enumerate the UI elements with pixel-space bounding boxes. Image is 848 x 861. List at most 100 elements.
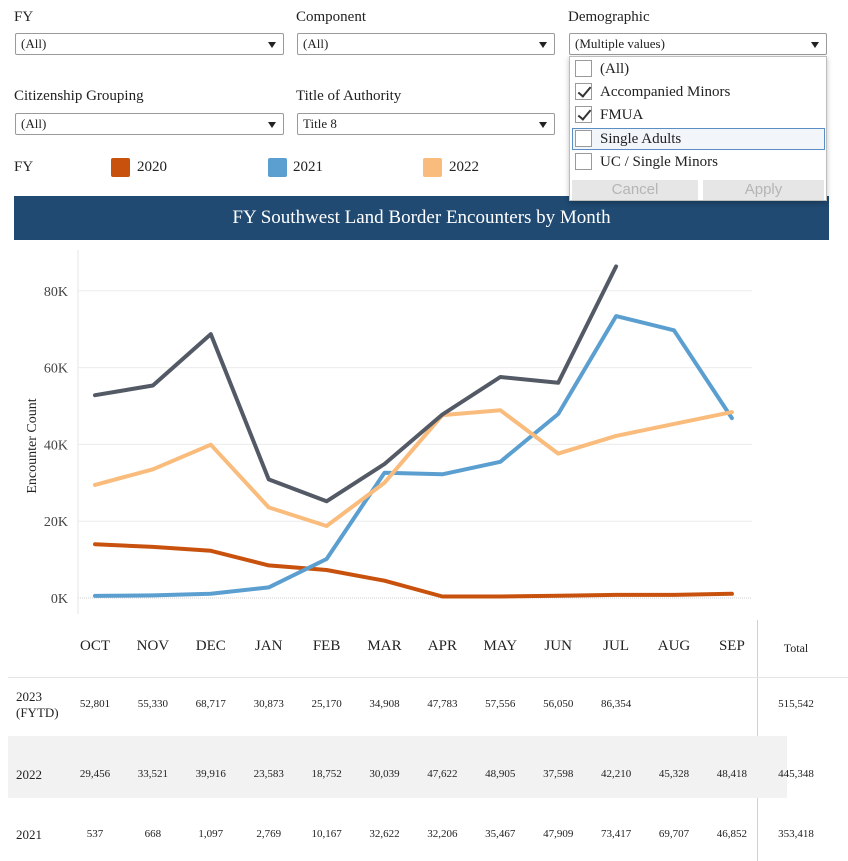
- table-cell: 33,521: [137, 768, 169, 780]
- table-cell: 57,556: [485, 698, 516, 710]
- table-cell: 56,050: [543, 698, 574, 710]
- table-row-label: 2022: [16, 767, 42, 782]
- legend-label-2022[interactable]: 2022: [449, 159, 479, 176]
- table-total-cell: 353,418: [778, 828, 814, 840]
- component-filter-select[interactable]: (All): [297, 33, 555, 55]
- chart-grid: [77, 250, 752, 614]
- table-cell: 73,417: [600, 828, 632, 840]
- legend-label-2020[interactable]: 2020: [137, 159, 167, 176]
- fy-filter-value: (All): [21, 36, 47, 51]
- demographic-filter-label: Demographic: [568, 9, 650, 25]
- chevron-down-icon: [539, 42, 547, 48]
- month-header: JUN: [544, 638, 572, 654]
- cancel-button[interactable]: Cancel: [572, 180, 698, 200]
- demographic-option-uc-single-minors[interactable]: UC / Single Minors: [572, 151, 825, 173]
- y-axis-label: Encounter Count: [25, 398, 40, 493]
- y-tick-label: 0K: [51, 592, 68, 607]
- month-header: OCT: [80, 638, 110, 654]
- component-filter-label: Component: [296, 9, 366, 25]
- demographic-option-all[interactable]: (All): [572, 58, 825, 80]
- fy-filter-select[interactable]: (All): [15, 33, 284, 55]
- component-filter-value: (All): [303, 36, 329, 51]
- legend-title: FY: [14, 159, 34, 175]
- month-header: JUL: [603, 638, 630, 654]
- fy-filter-label: FY: [14, 9, 34, 25]
- legend-swatch-2022[interactable]: [423, 158, 442, 177]
- authority-filter-select[interactable]: Title 8: [297, 113, 555, 135]
- table-cell: 39,916: [195, 768, 226, 780]
- option-label: Accompanied Minors: [600, 84, 731, 100]
- checkbox[interactable]: [575, 130, 592, 147]
- checkbox[interactable]: [575, 153, 592, 170]
- demographic-option-accompanied-minors[interactable]: Accompanied Minors: [572, 81, 825, 103]
- month-header: MAR: [367, 638, 402, 654]
- table-row-label: 2021: [16, 827, 42, 842]
- month-header: NOV: [136, 638, 170, 654]
- y-tick-label: 20K: [44, 515, 68, 530]
- legend-label-2021[interactable]: 2021: [293, 159, 323, 176]
- checkbox[interactable]: [575, 60, 592, 77]
- chevron-down-icon: [811, 42, 819, 48]
- series-line-2021[interactable]: [93, 314, 734, 598]
- month-header: APR: [427, 638, 457, 654]
- y-tick-label: 40K: [44, 438, 68, 453]
- apply-button[interactable]: Apply: [703, 180, 824, 200]
- table-cell: 45,328: [658, 768, 690, 780]
- table-cell: 34,908: [369, 698, 400, 710]
- table-cell: 48,905: [485, 768, 516, 780]
- month-header: MAY: [483, 638, 518, 654]
- table-cell: 23,583: [253, 768, 284, 780]
- chevron-down-icon: [268, 42, 276, 48]
- citizenship-filter-select[interactable]: (All): [15, 113, 284, 135]
- month-header: DEC: [195, 638, 226, 654]
- option-label: Single Adults: [600, 131, 682, 147]
- table-cell: 2,769: [256, 828, 282, 840]
- table-cell: 42,210: [600, 768, 632, 780]
- y-tick-label: 60K: [44, 362, 68, 377]
- table-cell: 47,622: [427, 768, 458, 780]
- table-cell: 10,167: [311, 828, 342, 840]
- chart-title-banner: FY Southwest Land Border Encounters by M…: [14, 196, 829, 240]
- table-total-header: Total: [783, 641, 809, 655]
- citizenship-filter-value: (All): [21, 116, 47, 131]
- y-axis-ticks: 0K 20K 40K 60K 80K: [44, 285, 68, 607]
- demographic-filter-select[interactable]: (Multiple values): [569, 33, 827, 55]
- table-cell: 30,039: [369, 768, 400, 780]
- table-cell: 55,330: [137, 698, 169, 710]
- table-cell: 1,097: [198, 828, 224, 840]
- month-header: SEP: [718, 638, 745, 654]
- table-cell: 30,873: [253, 698, 284, 710]
- y-tick-label: 80K: [44, 285, 68, 300]
- table-cell: 32,622: [369, 828, 400, 840]
- legend-swatch-2021[interactable]: [268, 158, 287, 177]
- table-cell: 32,206: [427, 828, 458, 840]
- table-cell: 68,717: [195, 698, 226, 710]
- demographic-dropdown-panel: (All) Accompanied Minors FMUA Single Adu…: [569, 56, 827, 201]
- table-row-label: 2023 (FYTD): [16, 689, 59, 720]
- header-divider: [8, 677, 848, 678]
- legend-swatch-2020[interactable]: [111, 158, 130, 177]
- chevron-down-icon: [539, 122, 547, 128]
- table-cell: 37,598: [543, 768, 574, 780]
- series-line-2023[interactable]: [93, 264, 619, 504]
- month-header: FEB: [312, 638, 341, 654]
- table-cell: 25,170: [311, 698, 342, 710]
- table-cell: 47,783: [427, 698, 458, 710]
- line-chart: 0K 20K 40K 60K 80K Encounter Count: [25, 250, 752, 614]
- option-label: (All): [600, 61, 630, 77]
- option-label: FMUA: [600, 107, 644, 123]
- table-cell: 48,418: [716, 768, 748, 780]
- table-cell: 668: [144, 828, 162, 840]
- chart-series-lines: [93, 264, 734, 599]
- table-cell: 47,909: [543, 828, 574, 840]
- demographic-option-single-adults[interactable]: Single Adults: [572, 128, 825, 150]
- table-total-cell: 515,542: [778, 698, 814, 710]
- table-row-stripe: [8, 736, 787, 798]
- checkbox-checked[interactable]: [575, 106, 592, 123]
- demographic-option-fmua[interactable]: FMUA: [572, 104, 825, 126]
- series-line-2022[interactable]: [93, 408, 734, 528]
- series-line-2020[interactable]: [93, 542, 734, 599]
- checkbox-checked[interactable]: [575, 83, 592, 100]
- table-cell: 18,752: [311, 768, 342, 780]
- table-cell: 537: [86, 828, 104, 840]
